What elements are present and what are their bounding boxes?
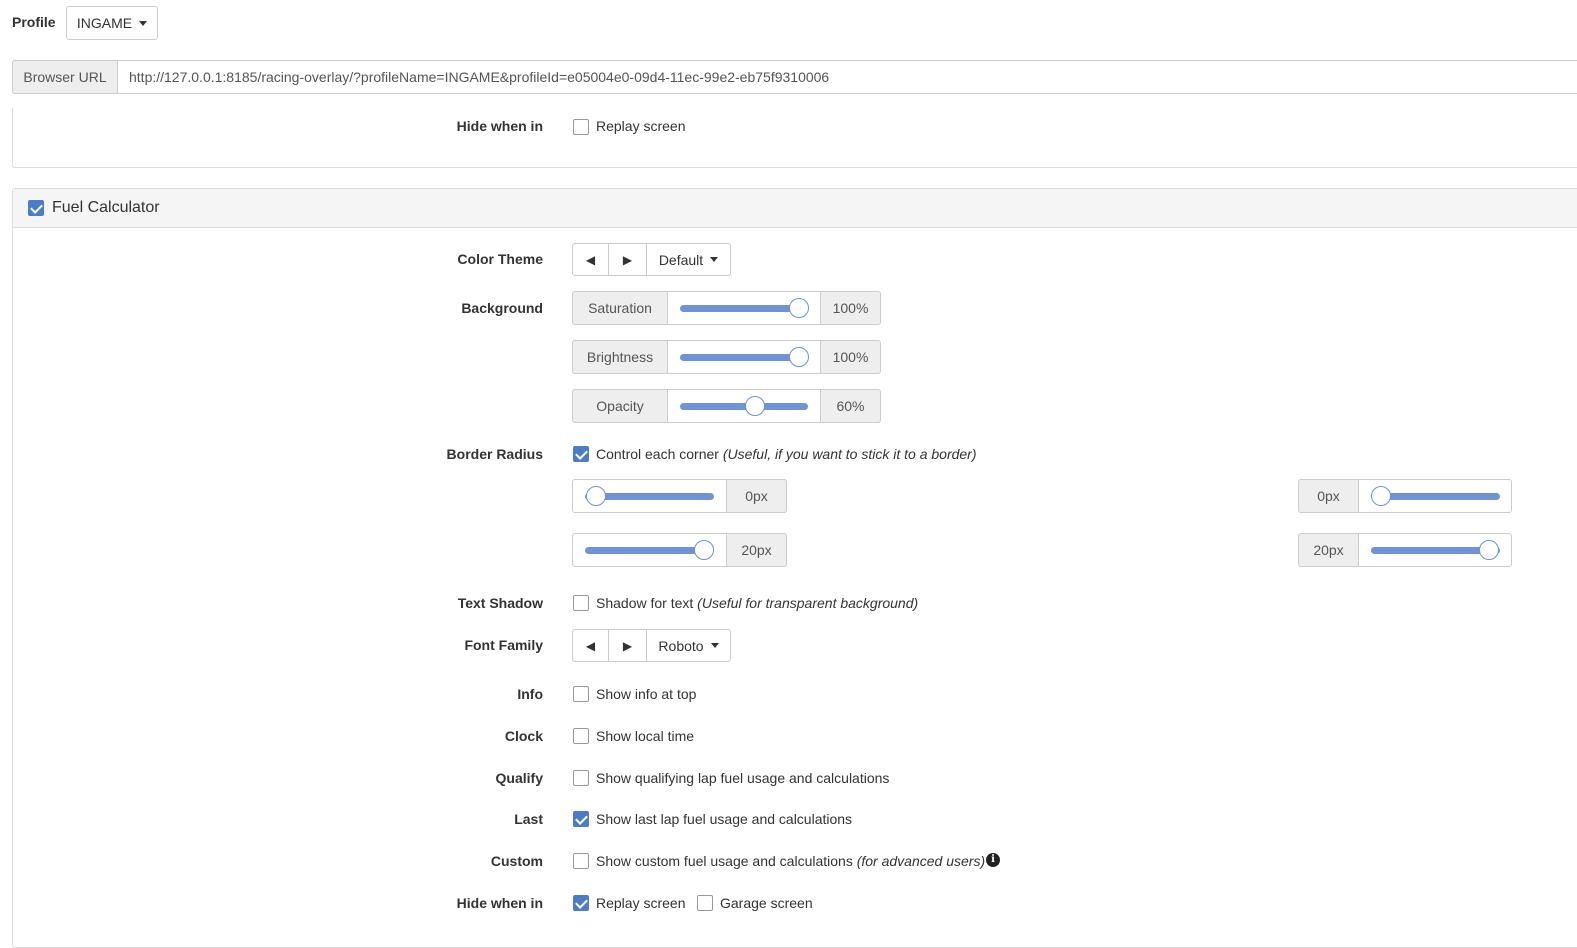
brightness-thumb[interactable] (789, 347, 809, 367)
color-theme-next-button[interactable]: ▶ (608, 243, 647, 276)
radius-bottom-right-slider[interactable] (1358, 533, 1512, 567)
chevron-down-icon (710, 257, 719, 262)
text-shadow-hint: (Useful for transparent background) (697, 595, 919, 611)
info-option: Show info at top (596, 686, 697, 702)
profile-label: Profile (12, 14, 56, 30)
info-circle-icon[interactable]: i (986, 853, 1000, 867)
last-label: Last (514, 811, 543, 827)
prev-replay-checkbox[interactable] (573, 119, 589, 135)
text-shadow-text: Shadow for text (Useful for transparent … (596, 595, 918, 611)
brightness-slider[interactable] (667, 340, 821, 374)
text-shadow-option: Shadow for text (596, 595, 694, 611)
color-theme-dropdown[interactable]: Default (646, 243, 731, 276)
opacity-track (680, 403, 808, 410)
font-family-dropdown[interactable]: Roboto (646, 629, 731, 662)
color-theme-label: Color Theme (457, 251, 543, 267)
opacity-thumb[interactable] (745, 396, 765, 416)
radius-bottom-left-slider[interactable] (572, 533, 727, 567)
fuel-calculator-header (13, 189, 1577, 228)
last-checkbox[interactable] (573, 811, 589, 827)
opacity-value: 60% (820, 389, 881, 423)
control-each-corner-label: Control each corner (596, 446, 719, 462)
brightness-value: 100% (820, 340, 881, 374)
custom-label: Custom (490, 853, 543, 869)
font-family-prev-button[interactable]: ◀ (572, 629, 609, 662)
triangle-left-icon: ◀ (585, 252, 596, 267)
fuel-calculator-title: Fuel Calculator (52, 199, 160, 216)
font-family-next-button[interactable]: ▶ (608, 629, 647, 662)
radius-bottom-right-thumb[interactable] (1479, 540, 1499, 560)
triangle-left-icon: ◀ (585, 638, 596, 653)
custom-checkbox[interactable] (573, 853, 589, 869)
saturation-label: Saturation (572, 291, 668, 325)
clock-option: Show local time (596, 728, 695, 744)
border-radius-label: Border Radius (446, 446, 543, 462)
qualify-option: Show qualifying lap fuel usage and calcu… (596, 770, 890, 786)
color-theme-value: Default (658, 251, 704, 268)
opacity-label: Opacity (572, 389, 668, 423)
font-family-value: Roboto (658, 637, 704, 654)
radius-top-left-value: 0px (726, 479, 787, 513)
hide-replay-label: Replay screen (596, 895, 686, 911)
radius-bottom-left-thumb[interactable] (694, 540, 714, 560)
background-label: Background (461, 300, 543, 316)
hide-garage-checkbox[interactable] (697, 895, 713, 911)
radius-bottom-left-value: 20px (726, 533, 787, 567)
radius-top-left-thumb[interactable] (586, 486, 606, 506)
triangle-right-icon: ▶ (622, 252, 633, 267)
clock-checkbox[interactable] (573, 728, 589, 744)
chevron-down-icon (139, 20, 148, 26)
browser-url-field[interactable]: http://127.0.0.1:8185/racing-overlay/?pr… (117, 60, 1577, 94)
radius-top-right-value: 0px (1298, 479, 1359, 513)
radius-top-left-slider[interactable] (572, 479, 727, 513)
saturation-slider[interactable] (667, 291, 821, 325)
clock-label: Clock (504, 728, 543, 744)
qualify-label: Qualify (495, 770, 543, 786)
radius-top-right-slider[interactable] (1358, 479, 1512, 513)
hide-when-label: Hide when in (456, 895, 543, 911)
saturation-value: 100% (820, 291, 881, 325)
text-shadow-checkbox[interactable] (573, 595, 589, 611)
info-checkbox[interactable] (573, 686, 589, 702)
profile-dropdown[interactable]: INGAME (66, 6, 158, 40)
chevron-down-icon (710, 643, 719, 648)
saturation-thumb[interactable] (789, 298, 809, 318)
profile-value: INGAME (76, 15, 133, 31)
fuel-calculator-enable-checkbox[interactable] (28, 200, 44, 216)
control-each-corner-hint: (Useful, if you want to stick it to a bo… (722, 446, 977, 462)
browser-url-value: http://127.0.0.1:8185/racing-overlay/?pr… (129, 69, 830, 85)
hide-replay-checkbox[interactable] (573, 895, 589, 911)
radius-top-right-thumb[interactable] (1371, 486, 1391, 506)
custom-hint: (for advanced users) (856, 853, 986, 869)
font-family-label: Font Family (464, 637, 543, 653)
prev-replay-label: Replay screen (596, 118, 686, 134)
control-each-corner-checkbox[interactable] (573, 446, 589, 462)
custom-text: Show custom fuel usage and calculations … (596, 853, 985, 869)
browser-url-label: Browser URL (12, 60, 118, 94)
brightness-label: Brightness (572, 340, 668, 374)
custom-option: Show custom fuel usage and calculations (596, 853, 853, 869)
radius-bottom-right-value: 20px (1298, 533, 1359, 567)
control-each-corner-text: Control each corner (Useful, if you want… (596, 446, 977, 462)
triangle-right-icon: ▶ (622, 638, 633, 653)
opacity-slider[interactable] (667, 389, 821, 423)
color-theme-prev-button[interactable]: ◀ (572, 243, 609, 276)
prev-hide-when-label: Hide when in (456, 118, 543, 134)
text-shadow-label: Text Shadow (457, 595, 543, 611)
qualify-checkbox[interactable] (573, 770, 589, 786)
previous-panel (12, 108, 1577, 168)
hide-garage-label: Garage screen (720, 895, 813, 911)
info-label: Info (517, 686, 543, 702)
last-option: Show last lap fuel usage and calculation… (596, 811, 853, 827)
